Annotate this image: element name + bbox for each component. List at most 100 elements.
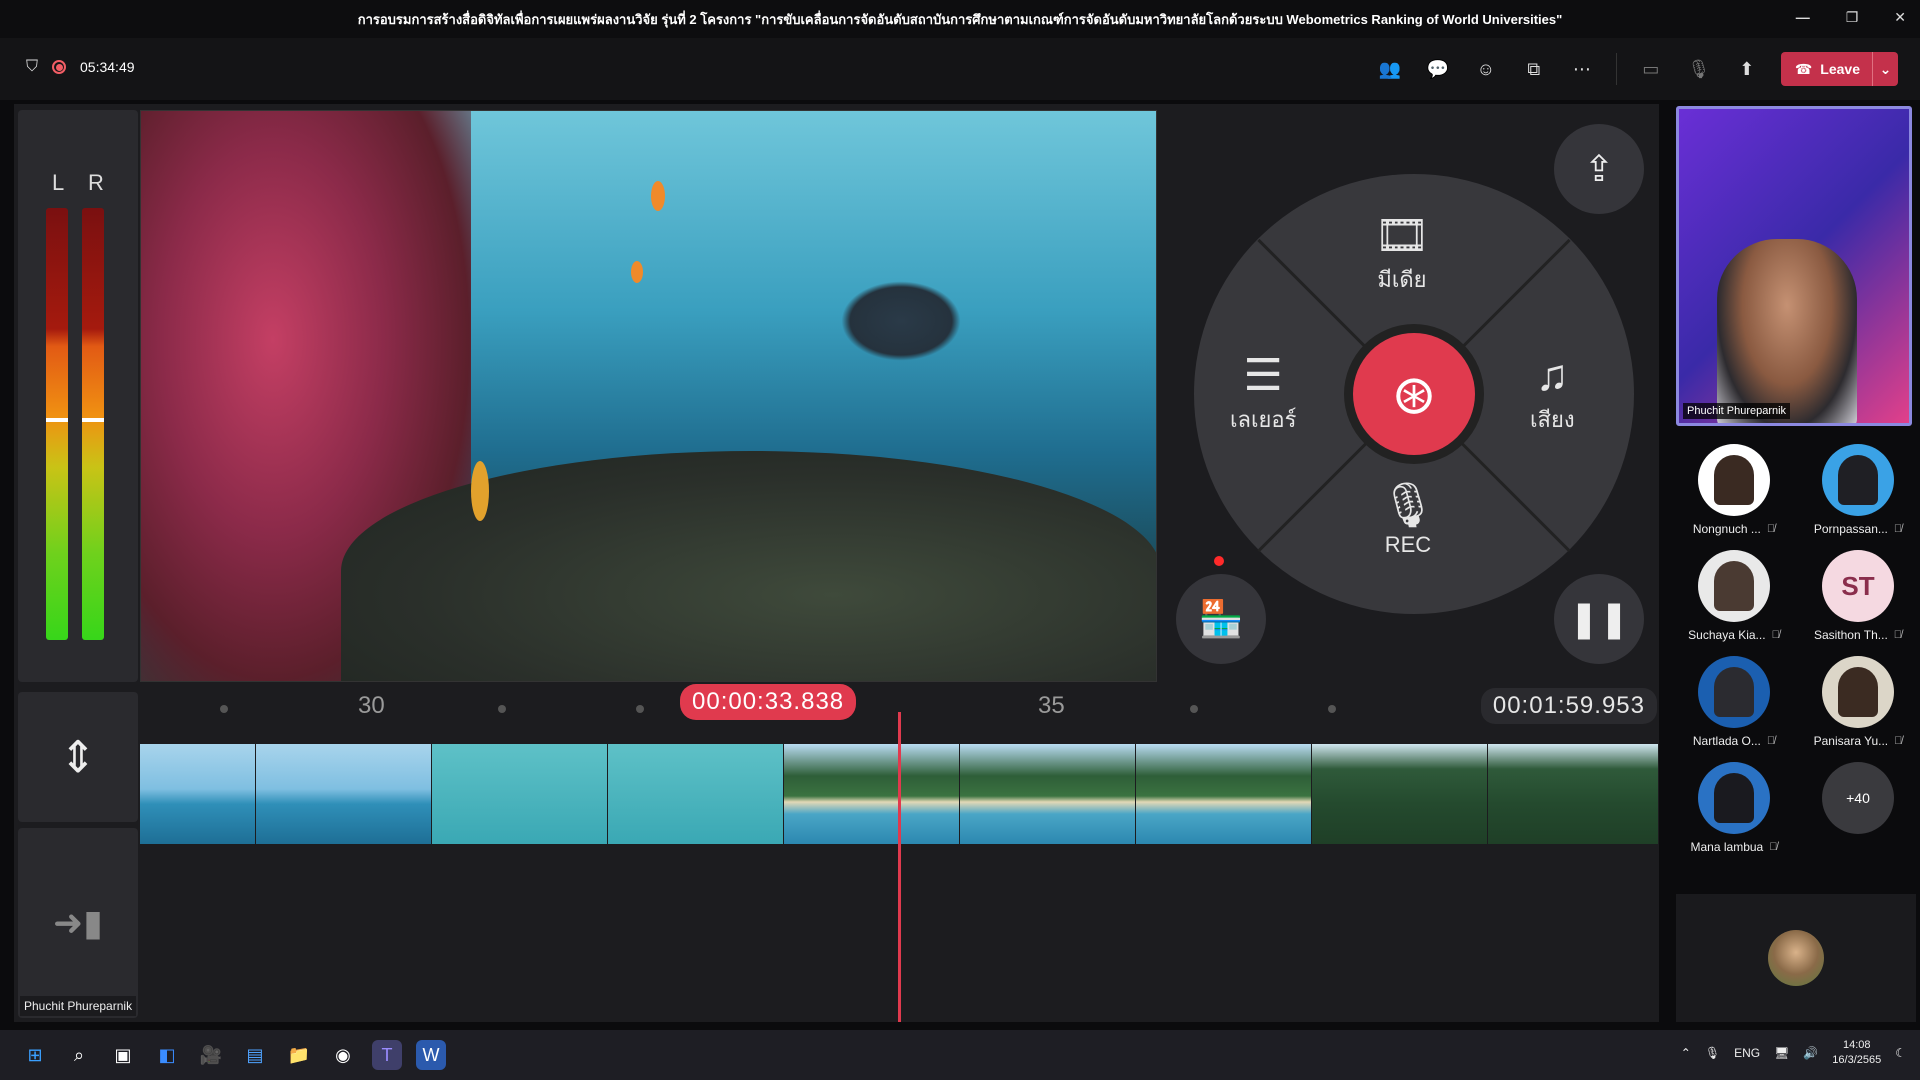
rec-button[interactable]: 🎙 REC (1380, 484, 1436, 558)
participant-tile[interactable]: ST Sasithon Th... 🎙̸ (1796, 550, 1920, 642)
participant-tile[interactable]: Nartlada O... 🎙̸ (1672, 656, 1796, 748)
taskbar: ⊞ ⌕ ▣ ◧ 🎥 ▤ 📁 ◉ T W ⌃ 🎙 ENG 🖥 🔊 14:08 16… (0, 1030, 1920, 1080)
leave-dropdown-icon[interactable]: ⌄ (1872, 52, 1898, 86)
avatar (1822, 656, 1894, 728)
track-enter-button[interactable]: ➜▮ Phuchit Phureparnik (18, 828, 138, 1018)
expand-tracks-icon: ⇕ (59, 732, 97, 782)
asset-store-button[interactable]: 🏪 (1176, 574, 1266, 664)
minimize-icon[interactable]: — (1796, 9, 1810, 26)
active-speaker-tile[interactable]: Phuchit Phureparnik (1676, 106, 1912, 426)
more-participants[interactable]: +40 (1796, 762, 1920, 854)
layers-icon: ☰ (1243, 351, 1283, 400)
more-icon[interactable]: ⋯ (1568, 55, 1596, 83)
clip-thumbnail[interactable] (256, 744, 432, 844)
pause-icon: ❚❚ (1568, 598, 1630, 639)
fish-shape (651, 181, 665, 211)
pause-button[interactable]: ❚❚ (1554, 574, 1644, 664)
chat-icon[interactable]: 💬 (1424, 55, 1452, 83)
participant-tile[interactable]: Panisara Yu... 🎙̸ (1796, 656, 1920, 748)
participant-name: Nartlada O... 🎙̸ (1693, 734, 1775, 748)
mic-muted-icon: 🎙̸ (1769, 841, 1778, 853)
control-wheel: 🎞 มีเดีย ☰ เลเยอร์ ♫ เสียง 🎙 REC ⊛ (1194, 174, 1634, 614)
clip-thumbnail[interactable] (784, 744, 960, 844)
playhead-time: 00:00:33.838 (680, 684, 857, 720)
fish-shape (631, 261, 643, 283)
widgets-icon[interactable]: ◧ (152, 1040, 182, 1070)
network-icon[interactable]: 🖥 (1774, 1046, 1789, 1060)
chevron-up-icon[interactable]: ⌃ (1681, 1046, 1691, 1060)
leave-main[interactable]: ☎ Leave (1781, 61, 1872, 78)
chat-app-icon[interactable]: 🎥 (196, 1040, 226, 1070)
close-icon[interactable]: ✕ (1894, 9, 1906, 26)
task-view-icon[interactable]: ▣ (108, 1040, 138, 1070)
word-icon[interactable]: W (416, 1040, 446, 1070)
more-count: +40 (1822, 762, 1894, 834)
participant-tile[interactable]: Mana lambua 🎙̸ (1672, 762, 1796, 854)
reef-shape (341, 451, 1156, 681)
participant-name: Mana lambua 🎙̸ (1691, 840, 1778, 854)
participant-tile[interactable]: Nongnuch ... 🎙̸ (1672, 444, 1796, 536)
restore-icon[interactable]: ❐ (1846, 9, 1859, 26)
search-icon[interactable]: ⌕ (64, 1040, 94, 1070)
volume-icon[interactable]: 🔊 (1803, 1046, 1818, 1060)
layer-button[interactable]: ☰ เลเยอร์ (1230, 354, 1296, 437)
clip-thumbnail[interactable] (960, 744, 1136, 844)
meter-right-label: R (88, 170, 104, 195)
audio-button[interactable]: ♫ เสียง (1530, 354, 1575, 437)
tick-label-35: 35 (1038, 692, 1065, 719)
file-explorer-icon[interactable]: 📁 (284, 1040, 314, 1070)
clip-thumbnail[interactable] (608, 744, 784, 844)
participant-grid: Nongnuch ... 🎙̸ Pornpassan... 🎙̸ Suchaya K… (1672, 444, 1920, 854)
avatar (1698, 656, 1770, 728)
moon-icon[interactable]: ☾ (1895, 1046, 1906, 1060)
share-tray-icon[interactable]: ⬆ (1733, 55, 1761, 83)
system-clock[interactable]: 14:08 16/3/2565 (1832, 1038, 1881, 1068)
windows-start-icon[interactable]: ⊞ (20, 1040, 50, 1070)
self-view[interactable] (1676, 894, 1916, 1022)
window-controls: — ❐ ✕ (1796, 9, 1906, 26)
leave-button[interactable]: ☎ Leave ⌄ (1780, 52, 1898, 86)
mic-muted-icon: 🎙̸ (1893, 629, 1903, 641)
participant-tile[interactable]: Suchaya Kia... 🎙̸ (1672, 550, 1796, 642)
participant-name: Pornpassan... 🎙̸ (1814, 522, 1902, 536)
store-icon: 🏪 (1198, 598, 1244, 639)
language-indicator[interactable]: ENG (1734, 1046, 1760, 1060)
chrome-icon[interactable]: ◉ (328, 1040, 358, 1070)
leave-label: Leave (1820, 61, 1860, 77)
clip-thumbnail[interactable] (1488, 744, 1659, 844)
participants-icon[interactable]: 👥 (1376, 55, 1404, 83)
mic-tray-icon[interactable]: 🎙 (1705, 1046, 1720, 1060)
media-button[interactable]: 🎞 มีเดีย (1374, 214, 1430, 297)
music-note-icon: ♫ (1535, 351, 1569, 400)
avatar (1698, 550, 1770, 622)
video-preview[interactable] (140, 110, 1157, 682)
layer-label: เลเยอร์ (1230, 407, 1297, 432)
share-icon: ⇪ (1583, 148, 1615, 189)
phone-icon: ☎ (1794, 60, 1813, 77)
clip-thumbnail[interactable] (1312, 744, 1488, 844)
participant-name: Panisara Yu... 🎙̸ (1814, 734, 1903, 748)
playhead[interactable] (898, 712, 901, 1022)
camera-off-icon[interactable]: ▭ (1637, 55, 1665, 83)
teams-icon[interactable]: T (372, 1040, 402, 1070)
tick-dot (498, 705, 506, 713)
clip-thumbnail[interactable] (140, 744, 256, 844)
notepad-icon[interactable]: ▤ (240, 1040, 270, 1070)
mic-muted-icon: 🎙̸ (1766, 735, 1776, 747)
window-titlebar: การอบรมการสร้างสื่อดิจิทัลเพื่อการเผยแพร… (0, 0, 1920, 38)
tick-dot (220, 705, 228, 713)
arrow-into-icon: ➜▮ (53, 902, 103, 943)
clip-thumbnail[interactable] (1136, 744, 1312, 844)
track-expand-button[interactable]: ⇕ (18, 692, 138, 822)
diver-shape (841, 281, 961, 361)
capture-button[interactable]: ⊛ (1344, 324, 1484, 464)
reactions-icon[interactable]: ☺ (1472, 55, 1500, 83)
mic-muted-icon: 🎙̸ (1771, 629, 1780, 641)
rooms-icon[interactable]: ⧉ (1520, 55, 1548, 83)
participant-name-text: Nongnuch ... (1692, 522, 1761, 536)
export-button[interactable]: ⇪ (1554, 124, 1644, 214)
participant-name-text: Nartlada O... (1692, 734, 1761, 748)
clip-thumbnail[interactable] (432, 744, 608, 844)
participant-tile[interactable]: Pornpassan... 🎙̸ (1796, 444, 1920, 536)
mic-off-icon[interactable]: 🎙 (1685, 55, 1713, 83)
